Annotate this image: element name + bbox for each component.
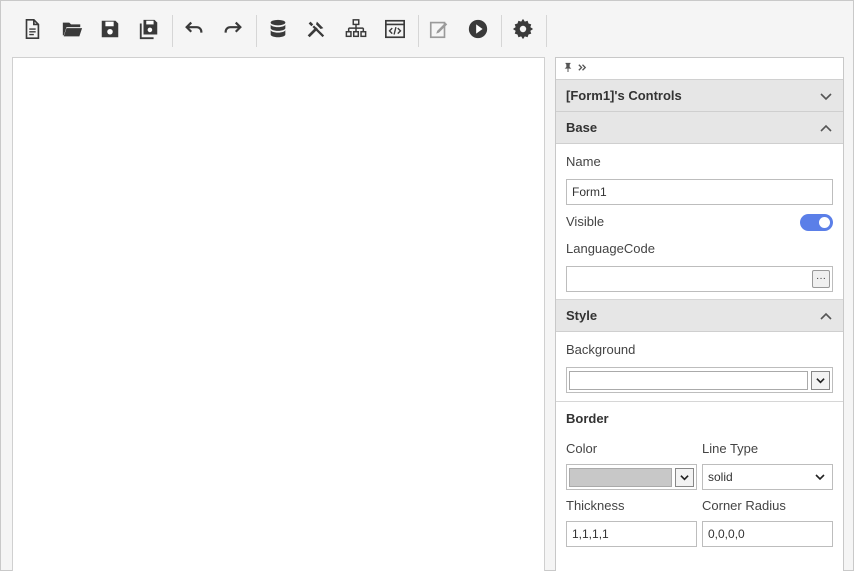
language-code-browse-button[interactable]: ··· <box>812 270 830 288</box>
language-code-label: LanguageCode <box>566 241 655 256</box>
database-icon[interactable] <box>263 14 293 44</box>
style-section-body: Background <box>556 332 843 402</box>
chevron-down-icon <box>680 474 689 480</box>
chevron-down-icon <box>815 474 825 481</box>
corner-radius-label: Corner Radius <box>702 498 786 513</box>
background-value-box <box>569 370 808 390</box>
undo-icon[interactable] <box>179 14 209 44</box>
border-row-2: Thickness 1,1,1,1 Corner Radius 0,0,0,0 <box>566 498 833 547</box>
hierarchy-icon[interactable] <box>341 14 371 44</box>
visible-toggle[interactable] <box>800 213 833 231</box>
border-section: Border Color Line Type solid Thickness 1… <box>556 402 843 553</box>
open-folder-icon[interactable] <box>57 14 87 44</box>
line-type-select[interactable]: solid <box>702 464 833 490</box>
controls-section-header[interactable]: [Form1]'s Controls <box>556 80 843 112</box>
thickness-label: Thickness <box>566 498 625 513</box>
base-section-title: Base <box>566 120 598 135</box>
toolbar-separator <box>172 15 173 47</box>
save-all-icon[interactable] <box>134 14 164 44</box>
style-section-title: Style <box>566 308 598 323</box>
color-label: Color <box>566 441 598 456</box>
chevron-down-icon[interactable] <box>819 89 833 103</box>
toolbar-separator <box>418 15 419 47</box>
redo-icon[interactable] <box>218 14 248 44</box>
toolbar-separator <box>256 15 257 47</box>
base-section-body: Name Form1 Visible LanguageCode ··· <box>556 144 843 300</box>
settings-icon[interactable] <box>508 14 538 44</box>
border-title: Border <box>566 411 609 426</box>
chevron-up-icon[interactable] <box>819 121 833 135</box>
border-row-1: Color Line Type solid <box>566 441 833 490</box>
run-icon[interactable] <box>463 14 493 44</box>
tools-icon[interactable] <box>301 14 331 44</box>
style-section-header[interactable]: Style <box>556 300 843 332</box>
collapse-panel-icon[interactable] <box>577 62 588 76</box>
background-label: Background <box>566 342 636 357</box>
edit-icon[interactable] <box>424 14 454 44</box>
thickness-input[interactable]: 1,1,1,1 <box>566 521 697 547</box>
design-canvas[interactable] <box>12 57 545 571</box>
panel-top-bar <box>556 58 843 80</box>
chevron-up-icon[interactable] <box>819 309 833 323</box>
color-swatch <box>569 467 672 487</box>
pin-icon[interactable] <box>563 62 573 75</box>
properties-panel: [Form1]'s Controls Base Name Form1 Visib… <box>555 57 844 571</box>
code-window-icon[interactable] <box>380 14 410 44</box>
base-section-header[interactable]: Base <box>556 112 843 144</box>
chevron-down-icon <box>816 377 825 383</box>
color-picker[interactable] <box>566 464 697 490</box>
new-file-icon[interactable] <box>17 14 47 44</box>
visible-label: Visible <box>566 214 605 229</box>
toolbar-separator <box>546 15 547 47</box>
toolbar-separator <box>501 15 502 47</box>
line-type-label: Line Type <box>702 441 759 456</box>
name-label: Name <box>566 154 601 169</box>
name-input[interactable]: Form1 <box>566 179 833 205</box>
background-select[interactable] <box>566 367 833 393</box>
app-window: [Form1]'s Controls Base Name Form1 Visib… <box>0 0 854 571</box>
controls-header-title: [Form1]'s Controls <box>566 88 682 103</box>
language-code-input[interactable]: ··· <box>566 266 833 292</box>
corner-radius-input[interactable]: 0,0,0,0 <box>702 521 833 547</box>
line-type-value: solid <box>708 470 733 484</box>
toolbar <box>2 2 854 56</box>
color-dropdown-button[interactable] <box>675 467 694 487</box>
visible-row: Visible <box>566 212 833 232</box>
save-icon[interactable] <box>95 14 125 44</box>
background-dropdown-button[interactable] <box>811 370 830 390</box>
